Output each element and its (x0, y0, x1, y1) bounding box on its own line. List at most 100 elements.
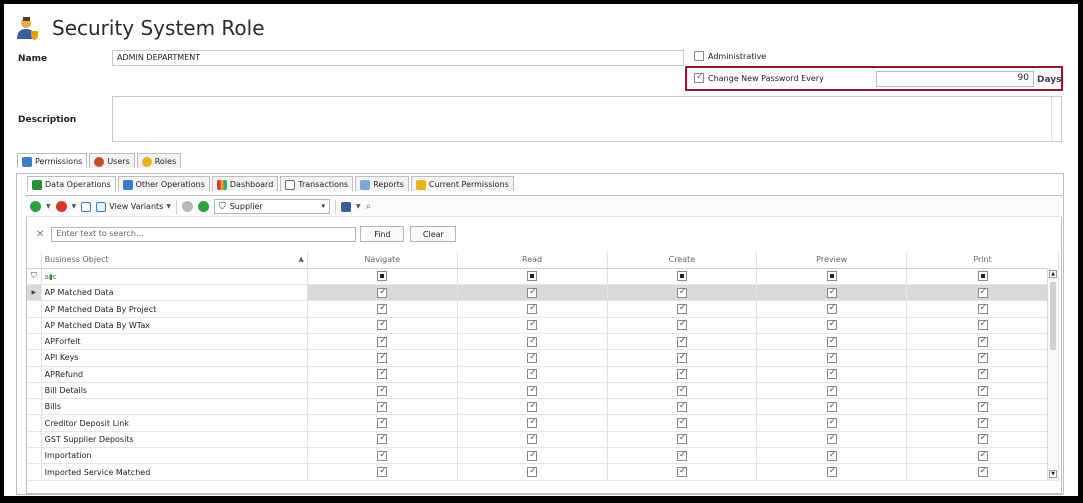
permission-cell[interactable] (307, 317, 458, 334)
permission-cell[interactable] (457, 366, 608, 383)
permission-cell[interactable] (906, 463, 1059, 481)
permission-checkbox[interactable] (527, 385, 538, 396)
permission-cell[interactable] (457, 333, 608, 351)
filter-cell-create[interactable] (607, 268, 758, 286)
days-input[interactable]: 90 (876, 71, 1034, 87)
column-header-print[interactable]: Print (906, 252, 1059, 269)
permission-checkbox[interactable] (527, 352, 538, 363)
permission-checkbox[interactable] (377, 368, 388, 380)
permission-cell[interactable] (607, 463, 758, 481)
permission-cell[interactable] (457, 414, 608, 432)
permission-cell[interactable] (607, 382, 758, 400)
clear-button[interactable]: Clear (410, 226, 457, 242)
scroll-thumb[interactable] (1050, 282, 1056, 350)
change-password-checkbox[interactable] (694, 72, 704, 83)
save-icon[interactable] (340, 201, 351, 212)
table-row[interactable]: Bills (27, 398, 1059, 416)
business-object-cell[interactable]: AP Matched Data By Project (41, 300, 308, 318)
permission-checkbox[interactable] (377, 450, 388, 461)
change-password-option[interactable]: Change New Password Every (694, 72, 824, 83)
permission-checkbox[interactable] (527, 401, 538, 412)
scroll-up-icon[interactable]: ▲ (1049, 270, 1057, 278)
permission-checkbox[interactable] (826, 450, 837, 461)
permission-cell[interactable] (307, 366, 458, 383)
permission-cell[interactable] (307, 414, 458, 432)
permission-cell[interactable] (457, 284, 608, 302)
permission-checkbox[interactable] (527, 433, 538, 445)
filter-checkbox[interactable] (377, 271, 388, 282)
column-header-navigate[interactable]: Navigate (307, 252, 458, 269)
permission-checkbox[interactable] (977, 433, 988, 445)
permission-cell[interactable] (607, 284, 758, 302)
new-window-icon[interactable] (81, 201, 92, 212)
name-field[interactable]: ADMIN DEPARTMENT (112, 50, 684, 66)
permission-checkbox[interactable] (977, 368, 988, 380)
tab-dashboard[interactable]: Dashboard (211, 176, 279, 191)
permission-checkbox[interactable] (527, 450, 538, 461)
filter-cell-business-object[interactable]: a▮c (41, 268, 308, 286)
permission-checkbox[interactable] (676, 385, 687, 396)
permission-cell[interactable] (307, 333, 458, 351)
permission-checkbox[interactable] (977, 287, 988, 298)
permission-cell[interactable] (457, 463, 608, 481)
permission-checkbox[interactable] (377, 303, 388, 315)
permission-cell[interactable] (457, 447, 608, 465)
permission-checkbox[interactable] (676, 352, 687, 363)
permission-cell[interactable] (607, 414, 758, 432)
filter-checkbox[interactable] (527, 271, 538, 282)
business-object-cell[interactable]: AP Matched Data By WTax (41, 317, 308, 334)
permission-checkbox[interactable] (377, 466, 388, 477)
permission-checkbox[interactable] (977, 303, 988, 315)
permission-cell[interactable] (906, 300, 1059, 318)
column-header-read[interactable]: Read (457, 252, 608, 269)
permission-cell[interactable] (906, 414, 1059, 432)
search-options-icon[interactable]: ⌕ (366, 201, 372, 212)
permission-cell[interactable] (906, 366, 1059, 383)
business-object-cell[interactable]: Importation (41, 447, 308, 465)
business-object-cell[interactable]: Creditor Deposit Link (41, 414, 308, 432)
table-row[interactable]: Importation (27, 447, 1059, 465)
permission-checkbox[interactable] (977, 319, 988, 331)
permission-cell[interactable] (756, 366, 908, 383)
business-object-cell[interactable]: GST Supplier Deposits (41, 431, 308, 449)
permission-cell[interactable] (756, 431, 908, 449)
permission-checkbox[interactable] (826, 287, 837, 298)
permission-cell[interactable] (607, 300, 758, 318)
permission-checkbox[interactable] (527, 368, 538, 380)
permission-cell[interactable] (906, 284, 1059, 302)
permission-checkbox[interactable] (377, 433, 388, 445)
business-object-cell[interactable]: Bills (41, 398, 308, 416)
filter-checkbox[interactable] (826, 271, 837, 282)
permission-cell[interactable] (906, 317, 1059, 334)
permission-cell[interactable] (457, 431, 608, 449)
permission-cell[interactable] (906, 447, 1059, 465)
table-row[interactable]: Imported Service Matched (27, 463, 1059, 481)
permission-cell[interactable] (307, 382, 458, 400)
permission-checkbox[interactable] (826, 417, 837, 429)
permission-checkbox[interactable] (377, 319, 388, 331)
grid-scrollbar[interactable]: ▲ ▼ (1047, 268, 1058, 480)
permission-cell[interactable] (457, 317, 608, 334)
permission-checkbox[interactable] (826, 336, 837, 347)
permission-cell[interactable] (607, 366, 758, 383)
table-row[interactable]: APForfeit (27, 333, 1059, 351)
permission-checkbox[interactable] (676, 417, 687, 429)
permission-cell[interactable] (756, 414, 908, 432)
table-row[interactable]: APRefund (27, 366, 1059, 383)
table-row[interactable]: AP Matched Data By WTax (27, 317, 1059, 334)
permission-cell[interactable] (756, 300, 908, 318)
filter-cell-navigate[interactable] (307, 268, 458, 286)
previous-icon[interactable] (181, 201, 193, 212)
permission-checkbox[interactable] (826, 303, 837, 315)
permission-cell[interactable] (307, 284, 458, 302)
permission-checkbox[interactable] (527, 336, 538, 347)
permission-cell[interactable] (457, 349, 608, 367)
permission-checkbox[interactable] (527, 417, 538, 429)
permission-checkbox[interactable] (676, 401, 687, 412)
permission-checkbox[interactable] (826, 401, 837, 412)
permission-cell[interactable] (906, 333, 1059, 351)
permission-cell[interactable] (756, 382, 908, 400)
column-header-create[interactable]: Create (607, 252, 758, 269)
permission-checkbox[interactable] (977, 401, 988, 412)
permission-checkbox[interactable] (676, 450, 687, 461)
